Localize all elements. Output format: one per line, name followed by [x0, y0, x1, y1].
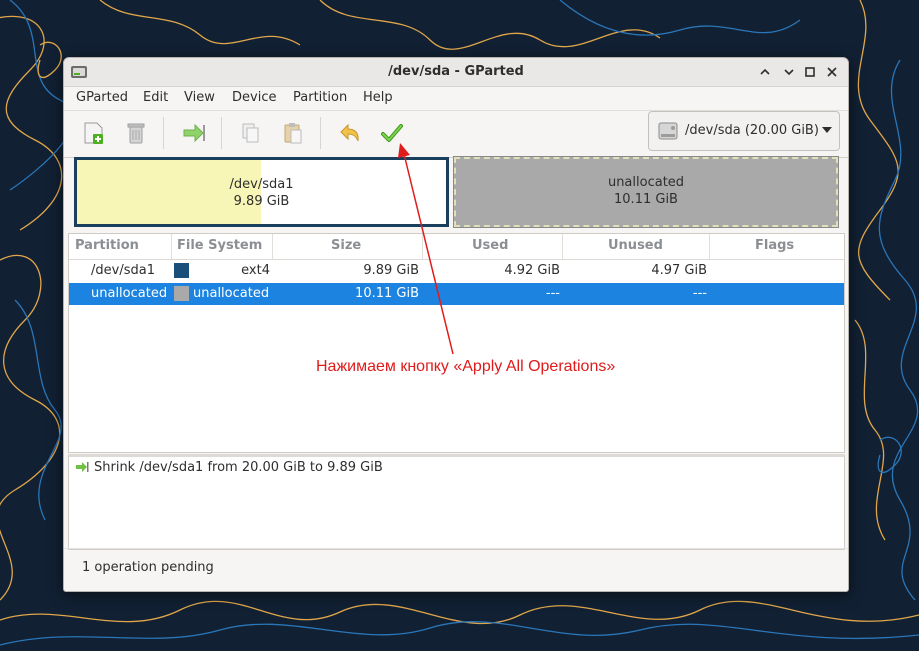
column-header-size[interactable]: Size	[331, 238, 361, 253]
column-divider	[562, 234, 563, 259]
delete-icon	[127, 123, 145, 144]
chevron-down-icon	[822, 127, 832, 133]
status-bar: 1 operation pending	[64, 548, 848, 591]
maximize-button[interactable]	[801, 63, 819, 81]
cell-unused: ---	[692, 286, 707, 301]
restore-down-icon	[784, 69, 794, 76]
cell-filesystem: ext4	[241, 263, 270, 278]
annotation-label: Нажимаем кнопку «Apply All Operations»	[316, 358, 616, 375]
device-selector[interactable]: /dev/sda (20.00 GiB)	[648, 111, 840, 151]
title-bar[interactable]: /dev/sda - GParted	[64, 58, 848, 87]
cell-used: 4.92 GiB	[504, 263, 560, 278]
table-row-selected[interactable]: unallocated unallocated 10.11 GiB --- --…	[69, 283, 844, 305]
close-button[interactable]	[823, 63, 841, 81]
column-divider	[272, 234, 273, 259]
toolbar-separator	[320, 117, 321, 149]
filesystem-color-swatch	[174, 263, 189, 278]
disk-map-unallocated[interactable]: unallocated 10.11 GiB	[453, 156, 839, 228]
table-row[interactable]: /dev/sda1 ext4 9.89 GiB 4.92 GiB 4.97 Gi…	[69, 260, 844, 282]
device-selector-label: /dev/sda (20.00 GiB)	[685, 123, 819, 138]
column-header-flags[interactable]: Flags	[755, 238, 794, 253]
undo-button[interactable]	[335, 119, 363, 147]
toolbar-separator	[163, 117, 164, 149]
cell-used: ---	[545, 286, 560, 301]
paste-button[interactable]	[279, 119, 307, 147]
hard-disk-icon	[658, 122, 678, 140]
minimize-icon	[760, 68, 770, 75]
restore-button[interactable]	[780, 63, 798, 81]
apply-checkmark-icon	[381, 124, 403, 142]
cell-size: 9.89 GiB	[363, 263, 419, 278]
undo-icon	[340, 123, 359, 142]
cell-partition: unallocated	[91, 286, 168, 301]
operation-text: Shrink /dev/sda1 from 20.00 GiB to 9.89 …	[94, 460, 383, 475]
column-divider	[709, 234, 710, 259]
resize-icon	[76, 462, 89, 472]
used-space-fill	[77, 160, 261, 224]
column-divider	[422, 234, 423, 259]
disk-map-partition-size: 9.89 GiB	[233, 194, 290, 209]
partition-table: Partition File System Size Used Unused F…	[68, 233, 845, 453]
copy-button[interactable]	[236, 119, 264, 147]
column-header-unused[interactable]: Unused	[608, 238, 663, 253]
copy-icon	[242, 123, 259, 143]
toolbar: /dev/sda (20.00 GiB)	[64, 110, 848, 158]
menu-gparted[interactable]: GParted	[76, 90, 128, 105]
column-header-file-system[interactable]: File System	[177, 238, 262, 253]
menu-partition[interactable]: Partition	[293, 90, 347, 105]
disk-map-unallocated-size: 10.11 GiB	[614, 192, 678, 207]
table-header: Partition File System Size Used Unused F…	[69, 234, 844, 260]
resize-move-button[interactable]	[180, 119, 208, 147]
menu-bar: GParted Edit View Device Partition Help	[64, 86, 848, 110]
apply-all-operations-button[interactable]	[378, 119, 406, 147]
cell-unused: 4.97 GiB	[651, 263, 707, 278]
minimize-button[interactable]	[756, 63, 774, 81]
pending-operations-list: Shrink /dev/sda1 from 20.00 GiB to 9.89 …	[68, 454, 845, 550]
menu-view[interactable]: View	[184, 90, 215, 105]
column-header-used[interactable]: Used	[472, 238, 508, 253]
maximize-icon	[805, 67, 815, 77]
menu-device[interactable]: Device	[232, 90, 276, 105]
new-partition-icon	[84, 122, 103, 144]
delete-button[interactable]	[122, 119, 150, 147]
paste-icon	[284, 123, 302, 144]
window-title: /dev/sda - GParted	[388, 64, 524, 79]
column-divider	[171, 234, 172, 259]
disk-map-partition-sda1[interactable]: /dev/sda1 9.89 GiB	[74, 157, 449, 227]
column-header-partition[interactable]: Partition	[75, 238, 139, 253]
disk-map: /dev/sda1 9.89 GiB unallocated 10.11 GiB	[74, 156, 840, 228]
gparted-window: /dev/sda - GParted GParted Edit View Dev…	[63, 57, 849, 592]
menu-edit[interactable]: Edit	[143, 90, 168, 105]
new-partition-button[interactable]	[80, 119, 108, 147]
close-icon	[827, 67, 837, 77]
status-text: 1 operation pending	[82, 560, 214, 575]
filesystem-color-swatch	[174, 286, 189, 301]
disk-map-unallocated-name: unallocated	[607, 175, 685, 190]
toolbar-separator	[221, 117, 222, 149]
cell-size: 10.11 GiB	[355, 286, 419, 301]
resize-move-icon	[183, 123, 205, 143]
cell-partition: /dev/sda1	[91, 263, 155, 278]
menu-help[interactable]: Help	[363, 90, 393, 105]
disk-map-partition-name: /dev/sda1	[229, 177, 294, 192]
cell-filesystem: unallocated	[193, 286, 270, 301]
